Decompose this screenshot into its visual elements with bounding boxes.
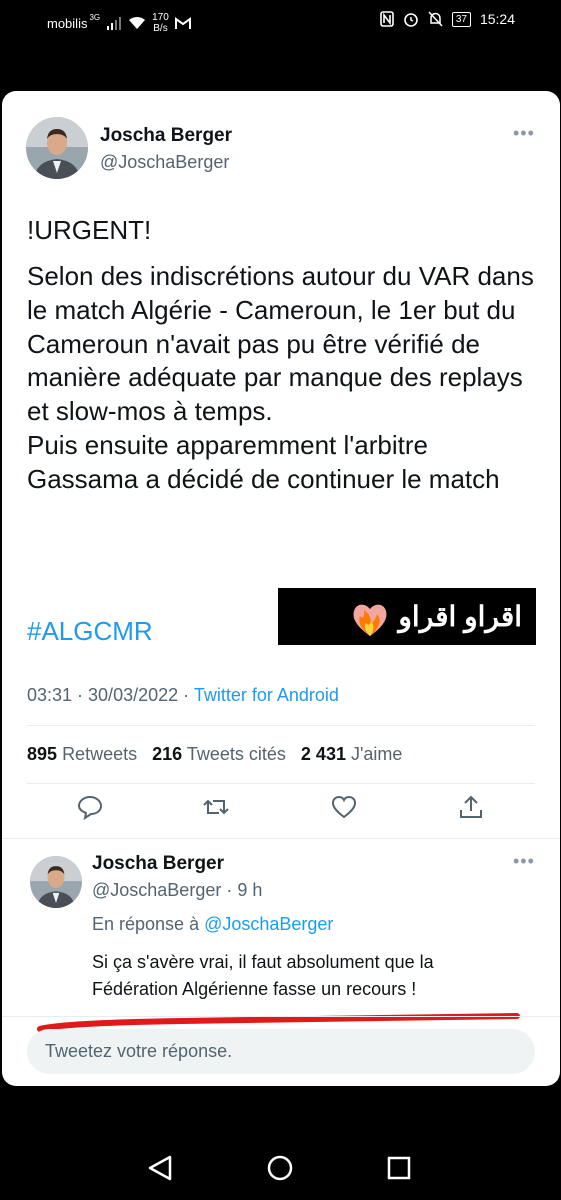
arabic-caption-overlay: اقراو اقراو xyxy=(278,588,536,645)
speed-unit: B/s xyxy=(153,23,168,34)
reply-author-name[interactable]: Joscha Berger xyxy=(92,853,224,875)
mute-bell-icon xyxy=(428,11,443,27)
divider xyxy=(2,838,560,839)
android-nav-bar xyxy=(148,1155,411,1181)
divider xyxy=(27,725,535,726)
reply-text: Si ça s'avère vrai, il faut absolument q… xyxy=(92,952,434,999)
arabic-caption-text: اقراو اقراو xyxy=(398,601,522,632)
recents-icon[interactable] xyxy=(387,1156,411,1180)
network-speed: 170 B/s xyxy=(152,12,169,34)
signal-icon xyxy=(107,16,122,30)
wifi-icon xyxy=(129,16,146,29)
quotes-count: 216 xyxy=(152,744,183,764)
alarm-icon xyxy=(404,13,418,27)
reply-author-handle[interactable]: @JoschaBerger · 9 h xyxy=(92,880,262,901)
reply-more-options-icon[interactable]: ••• xyxy=(513,851,535,872)
tweet-actions xyxy=(2,793,560,833)
more-options-icon[interactable]: ••• xyxy=(513,123,535,144)
speed-value: 170 xyxy=(152,12,169,23)
tweet-urgent-line: !URGENT! xyxy=(27,215,152,245)
reply-compose-input[interactable] xyxy=(27,1029,535,1074)
retweets-stat[interactable]: 895 Retweets xyxy=(27,744,137,764)
nfc-icon xyxy=(380,11,394,27)
author-handle[interactable]: @JoschaBerger xyxy=(100,152,229,173)
quotes-stat[interactable]: 216 Tweets cités xyxy=(152,744,286,764)
network-type: 3G xyxy=(89,12,101,22)
back-icon[interactable] xyxy=(148,1155,172,1181)
tweet-client-link[interactable]: Twitter for Android xyxy=(194,685,339,705)
tweet-timestamp: 03:31 · 30/03/2022 · xyxy=(27,685,194,705)
tweet-card: Joscha Berger @JoschaBerger ••• !URGENT!… xyxy=(2,91,560,1086)
author-name[interactable]: Joscha Berger xyxy=(100,125,232,147)
retweets-label: Retweets xyxy=(62,744,138,764)
reply-icon[interactable] xyxy=(76,793,104,821)
in-reply-to: En réponse à @JoschaBerger xyxy=(92,914,333,935)
hashtag-link[interactable]: #ALGCMR xyxy=(27,616,153,647)
likes-stat[interactable]: 2 431 J'aime xyxy=(301,744,403,764)
gmail-icon xyxy=(174,16,191,29)
battery-indicator: 37 xyxy=(451,11,471,27)
likes-label: J'aime xyxy=(350,744,403,764)
quotes-label: Tweets cités xyxy=(186,744,286,764)
home-icon[interactable] xyxy=(267,1155,293,1181)
like-icon[interactable] xyxy=(330,793,358,821)
reply-avatar[interactable] xyxy=(30,856,82,908)
retweet-icon[interactable] xyxy=(202,793,230,821)
status-bar: mobilis 3G 170 B/s 37 15:24 xyxy=(0,0,561,40)
in-reply-handle-link[interactable]: @JoschaBerger xyxy=(204,914,333,934)
burning-heart-icon xyxy=(353,604,387,636)
tweet-meta: 03:31 · 30/03/2022 · Twitter for Android xyxy=(27,685,339,706)
share-icon[interactable] xyxy=(457,793,485,821)
tweet-body: Selon des indiscrétions autour du VAR da… xyxy=(27,261,534,494)
carrier-label: mobilis xyxy=(47,15,88,31)
in-reply-prefix: En réponse à xyxy=(92,914,205,934)
clock: 15:24 xyxy=(479,11,515,27)
divider xyxy=(2,1016,560,1017)
likes-count: 2 431 xyxy=(300,744,346,764)
divider xyxy=(27,783,535,784)
tweet-stats: 895 Retweets 216 Tweets cités 2 431 J'ai… xyxy=(27,744,402,765)
retweets-count: 895 xyxy=(27,744,58,764)
avatar[interactable] xyxy=(26,117,88,179)
